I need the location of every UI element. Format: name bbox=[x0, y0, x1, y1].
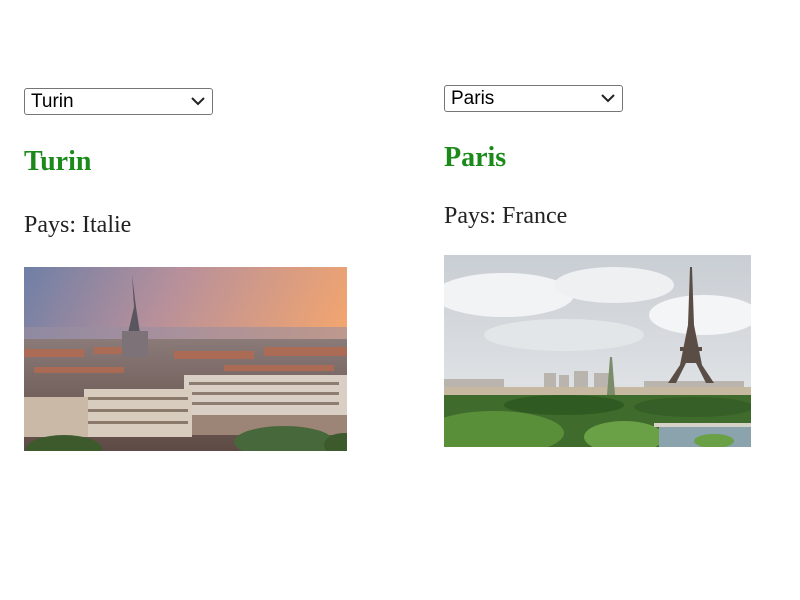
city-card-left: Turin Turin Pays: Italie bbox=[24, 88, 347, 451]
country-label: Pays: France bbox=[444, 203, 568, 229]
city-select-value: Paris bbox=[451, 88, 495, 109]
city-photo-turin bbox=[24, 267, 347, 451]
chevron-down-icon bbox=[191, 97, 205, 106]
country-label: Pays: Italie bbox=[24, 212, 132, 238]
city-title: Turin bbox=[24, 146, 92, 177]
city-card-right: Paris Paris Pays: France bbox=[444, 85, 751, 447]
city-select-right[interactable]: Paris bbox=[444, 85, 623, 112]
chevron-down-icon bbox=[601, 94, 615, 103]
city-title: Paris bbox=[444, 142, 507, 173]
city-select-value: Turin bbox=[31, 91, 74, 112]
city-select-left[interactable]: Turin bbox=[24, 88, 213, 115]
city-photo-paris bbox=[444, 255, 751, 447]
